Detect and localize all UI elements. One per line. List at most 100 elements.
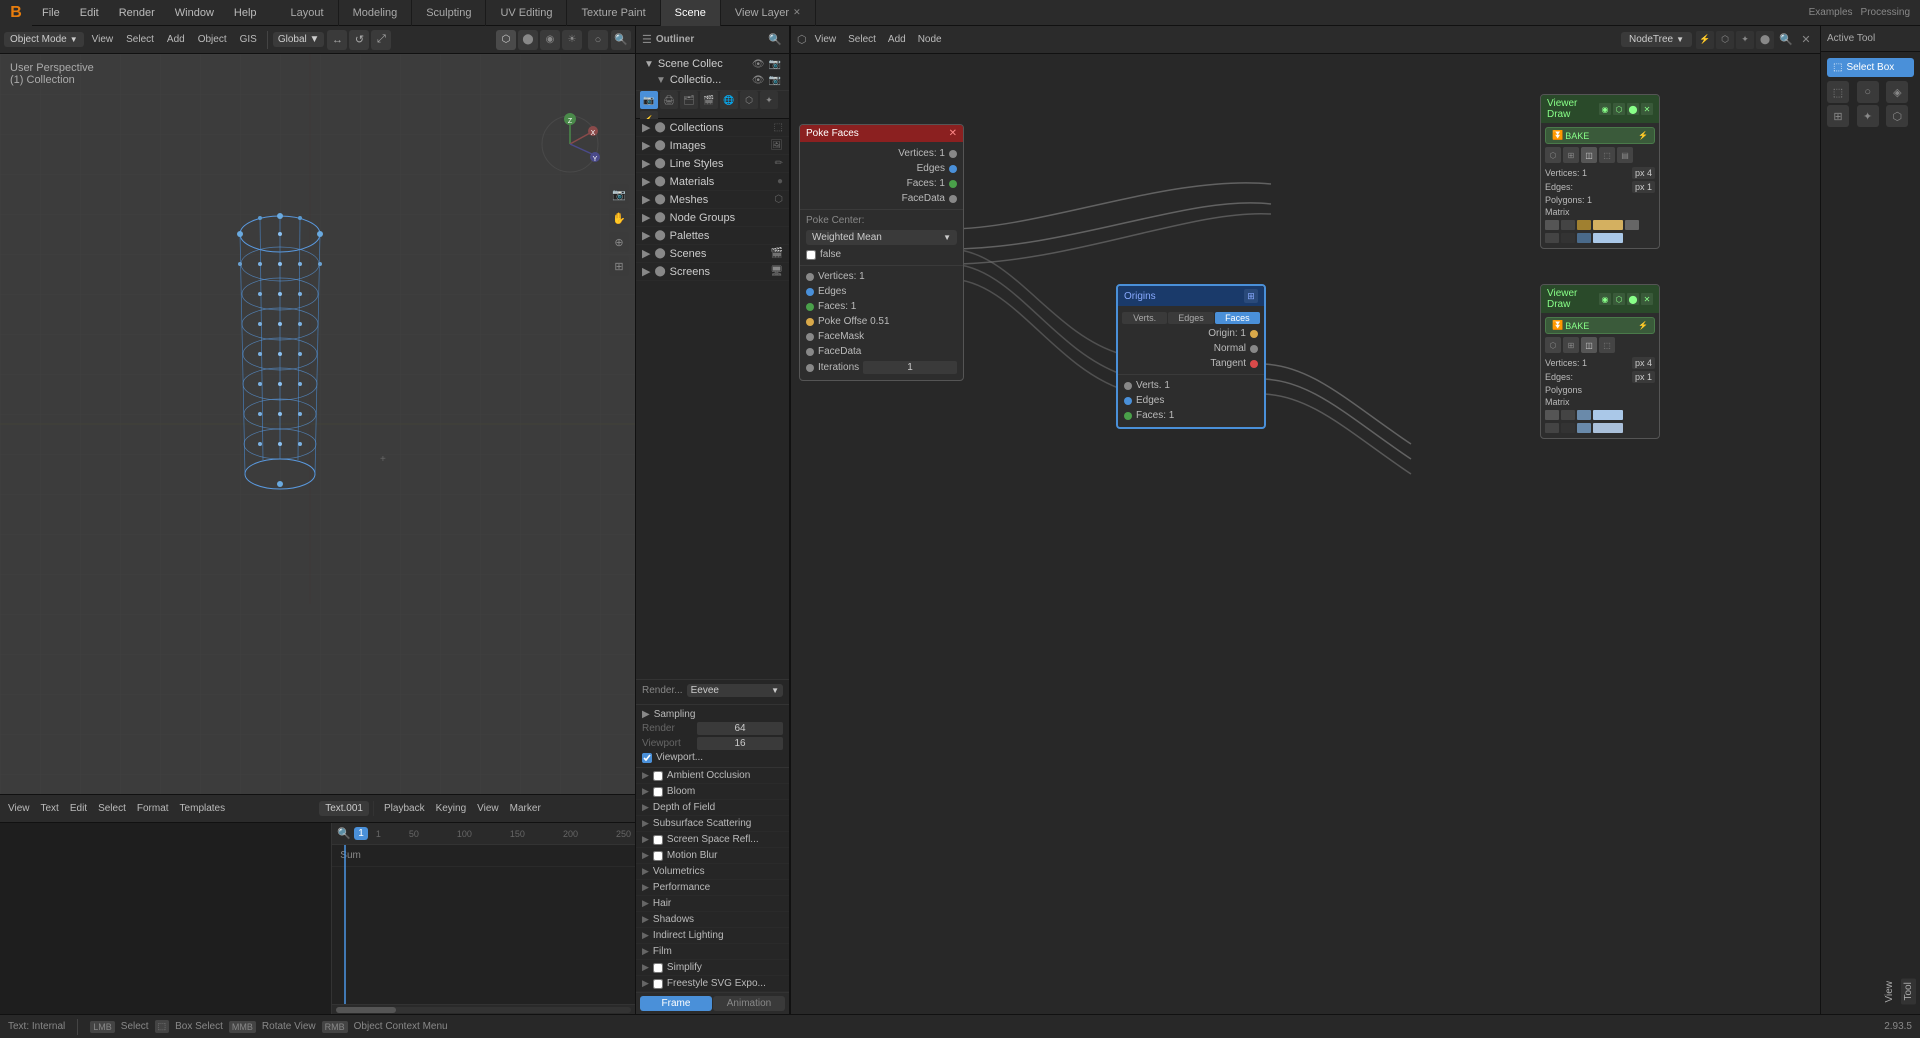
- v2-matrix-swatch-1[interactable]: [1545, 410, 1559, 420]
- sidebar-tab-view[interactable]: View: [1882, 977, 1897, 1007]
- rendered-shading[interactable]: ☀: [562, 30, 582, 50]
- viewport-3d[interactable]: User Perspective (1) Collection: [0, 54, 635, 794]
- node-icon-btn-4[interactable]: ⬤: [1756, 31, 1774, 49]
- v2-vertices-field[interactable]: px 4: [1632, 357, 1655, 369]
- v2-matrix-swatch-3[interactable]: [1577, 410, 1591, 420]
- outliner-search[interactable]: 🔍: [767, 32, 783, 48]
- tool-icon-5[interactable]: ✦: [1857, 105, 1879, 127]
- data-block-collections[interactable]: ▶ ⬤ Collections ⬚: [636, 119, 789, 137]
- bloom-section[interactable]: ▶ Bloom: [636, 784, 789, 800]
- ambient-occlusion-section[interactable]: ▶ Ambient Occlusion: [636, 768, 789, 784]
- shadows-section[interactable]: ▶ Shadows: [636, 912, 789, 928]
- viewport-magnify-icon[interactable]: ⊕: [609, 232, 629, 252]
- matrix-swatch-2[interactable]: [1561, 220, 1575, 230]
- matrix-swatch-1[interactable]: [1545, 220, 1559, 230]
- tool-icon-1[interactable]: ⬚: [1827, 81, 1849, 103]
- origins-node[interactable]: Origins ⊞ Verts. Edges Faces Origin: 1: [1116, 284, 1266, 429]
- tab-modeling[interactable]: Modeling: [339, 0, 413, 27]
- keying-menu[interactable]: Keying: [432, 801, 471, 816]
- data-block-materials[interactable]: ▶ ⬤ Materials ●: [636, 173, 789, 191]
- tool-icon-2[interactable]: ○: [1857, 81, 1879, 103]
- marker-menu[interactable]: Marker: [506, 801, 545, 816]
- text-select-menu[interactable]: Select: [94, 801, 130, 816]
- menu-edit[interactable]: Edit: [70, 0, 109, 26]
- data-block-screens[interactable]: ▶ ⬤ Screens 🖥: [636, 263, 789, 281]
- text-edit-menu[interactable]: Edit: [66, 801, 91, 816]
- tab-scene[interactable]: Scene: [661, 0, 721, 27]
- search-btn[interactable]: 🔍: [611, 30, 631, 50]
- render-engine-dropdown[interactable]: Eevee ▼: [687, 684, 783, 697]
- close-icon[interactable]: ✕: [793, 7, 801, 18]
- screen-space-reflections-section[interactable]: ▶ Screen Space Refl...: [636, 832, 789, 848]
- performance-section[interactable]: ▶ Performance: [636, 880, 789, 896]
- search-frame-icon[interactable]: 🔍: [336, 826, 352, 842]
- poke-faces-node[interactable]: Poke Faces ✕ Vertices: 1 Edges: [799, 124, 964, 381]
- wireframe-shading[interactable]: ⬡: [496, 30, 516, 50]
- node-node-menu[interactable]: Node: [914, 32, 946, 47]
- viewport-denoising-checkbox[interactable]: [642, 753, 652, 763]
- rotate-tool[interactable]: ↺: [349, 30, 369, 50]
- tab-layout[interactable]: Layout: [277, 0, 339, 27]
- prop-icon-world[interactable]: 🌐: [720, 91, 738, 109]
- material-shading[interactable]: ◉: [540, 30, 560, 50]
- viewport-hand-icon[interactable]: ✋: [609, 208, 629, 228]
- viewport-overlays-btn[interactable]: ○: [588, 30, 608, 50]
- text-name-field[interactable]: Text.001: [319, 801, 369, 816]
- frame-current[interactable]: 1: [354, 827, 368, 840]
- v2-mini-icon-2[interactable]: ⊞: [1563, 337, 1579, 353]
- v2-mini-icon-1[interactable]: ⬡: [1545, 337, 1561, 353]
- node-add-menu[interactable]: Add: [884, 32, 910, 47]
- translate-tool[interactable]: ↔: [327, 30, 347, 50]
- text-view-menu[interactable]: View: [4, 801, 34, 816]
- node-close-btn[interactable]: ✕: [1798, 32, 1814, 48]
- viewport-samples-field[interactable]: 16: [697, 737, 783, 750]
- outliner-item-collection[interactable]: ▼ Collectio... 👁 📷: [640, 72, 785, 88]
- matrix-swatch-3[interactable]: [1577, 220, 1591, 230]
- timeline-view-menu[interactable]: View: [473, 801, 503, 816]
- matrix-swatch-7[interactable]: [1561, 233, 1575, 243]
- tool-icon-6[interactable]: ⬡: [1886, 105, 1908, 127]
- menu-help[interactable]: Help: [224, 0, 267, 26]
- prop-icon-render[interactable]: 📷: [640, 91, 658, 109]
- text-text-menu[interactable]: Text: [37, 801, 63, 816]
- poke-center-dropdown[interactable]: Weighted Mean ▼: [806, 230, 957, 245]
- prop-icon-view-layer[interactable]: 🗂: [680, 91, 698, 109]
- matrix-swatch-9[interactable]: [1593, 233, 1623, 243]
- frame-tab[interactable]: Frame: [640, 996, 712, 1011]
- freestyle-section[interactable]: ▶ Freestyle SVG Expo...: [636, 976, 789, 992]
- origins-expand-btn[interactable]: ⊞: [1244, 289, 1258, 303]
- indirect-lighting-section[interactable]: ▶ Indirect Lighting: [636, 928, 789, 944]
- origins-edges-tab[interactable]: Edges: [1168, 312, 1213, 324]
- tool-icon-3[interactable]: ◈: [1886, 81, 1908, 103]
- tab-uv-editing[interactable]: UV Editing: [486, 0, 567, 27]
- viewer-1-icon-1[interactable]: ◉: [1599, 103, 1611, 115]
- sidebar-tab-tool[interactable]: Tool: [1901, 978, 1916, 1004]
- matrix-swatch-8[interactable]: [1577, 233, 1591, 243]
- playback-menu[interactable]: Playback: [380, 801, 429, 816]
- v2-matrix-swatch-7[interactable]: [1577, 423, 1591, 433]
- view-menu[interactable]: View: [87, 32, 119, 47]
- playhead[interactable]: [344, 845, 346, 1004]
- v1-vertices-field[interactable]: px 4: [1632, 167, 1655, 179]
- tool-icon-4[interactable]: ⊞: [1827, 105, 1849, 127]
- outliner-item-scene-collection[interactable]: ▼ Scene Collec 👁 📷: [640, 56, 785, 72]
- prop-icon-particles[interactable]: ✦: [760, 91, 778, 109]
- scene-eye-icon[interactable]: 👁: [752, 59, 765, 70]
- menu-window[interactable]: Window: [165, 0, 224, 26]
- object-menu[interactable]: Object: [193, 32, 232, 47]
- collection-eye-icon[interactable]: 👁: [752, 75, 765, 86]
- v2-mini-icon-4[interactable]: ⬚: [1599, 337, 1615, 353]
- film-section[interactable]: ▶ Film: [636, 944, 789, 960]
- tab-view-layer[interactable]: View Layer ✕: [721, 0, 816, 27]
- timeline-scrollbar-thumb[interactable]: [336, 1007, 396, 1013]
- viewer-draw-node-1[interactable]: Viewer Draw ◉ ⬡ ⬤ ✕ ⏬ BAKE ⚡: [1540, 94, 1660, 249]
- scale-tool[interactable]: ⤢: [371, 30, 391, 50]
- origins-faces-tab[interactable]: Faces: [1215, 312, 1260, 324]
- viewer-1-bake-btn[interactable]: ⏬ BAKE ⚡: [1545, 127, 1655, 144]
- v2-mini-icon-3[interactable]: ◫: [1581, 337, 1597, 353]
- prop-icon-output[interactable]: 🖨: [660, 91, 678, 109]
- node-icon-btn-1[interactable]: ⚡: [1696, 31, 1714, 49]
- v2-edges-field[interactable]: px 1: [1632, 371, 1655, 383]
- tab-texture-paint[interactable]: Texture Paint: [567, 0, 660, 27]
- prop-icon-scene[interactable]: 🎬: [700, 91, 718, 109]
